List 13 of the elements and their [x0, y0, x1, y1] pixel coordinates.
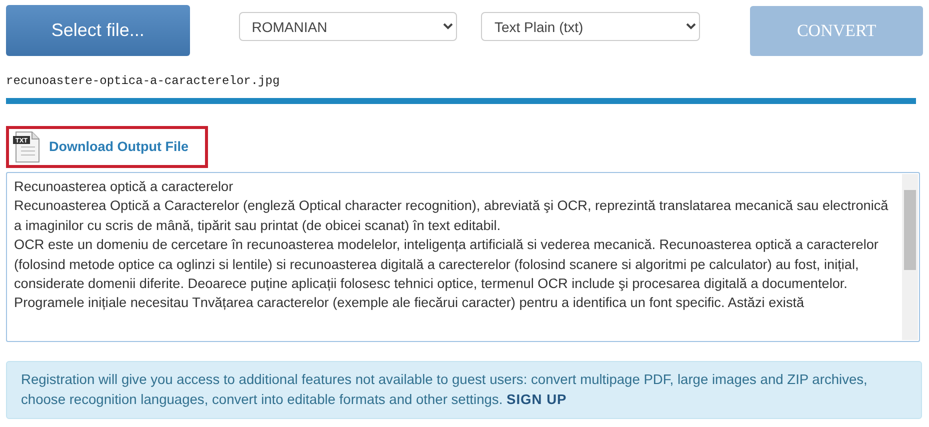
output-text-area[interactable] [6, 172, 920, 342]
select-file-button[interactable]: Select file... [6, 5, 190, 56]
language-dropdown[interactable]: ROMANIAN [238, 12, 458, 41]
output-paragraph: Recunoasterea Optică a Caracterelor (engleză Optical character recognition), abreviată şi OCR, reprezintă translatarea mecanică sau electronică a imaginilor cu scris de mână, tipărit sau printat (de obicei scanat) în text editabil. [14, 197, 890, 235]
output-paragraph: Programele inițiale necesitau Tnvățarea caracterelor (exemple ale fiecărui caracter) pentru a identifica un font specific. Astăzi există [14, 294, 806, 312]
file-name: recunoastere-optica-a-caracterelor.jpg [6, 73, 280, 90]
format-dropdown[interactable]: Text Plain (txt) [481, 12, 700, 41]
sign-up-link[interactable]: SIGN UP [506, 392, 567, 407]
scrollbar[interactable] [902, 174, 918, 340]
download-link[interactable]: Download Output File [49, 136, 188, 158]
output-paragraph: Recunoasterea optică a caracterelor [14, 178, 234, 196]
output-paragraph: OCR este un domeniu de cercetare în recunoasterea modelelor, inteligența artificială si vederea mecanică. Recunoasterea optică a caracterelor (folosind metode optice ca oglinzi si lentile) si recunoasterea digitală a carecterelor (folosind scanere si algoritmi pe calculator) au fost, inițial, considerate domenii diferite. Deoarece puține aplicații folosesc tehnici optice, termenul OCR include şi procesarea digitală a documentelor. [14, 236, 880, 294]
registration-notice: Registration will give you access to additional features not available to guest users: convert multipage PDF, large images and ZIP archives, choose recognition languages, convert into editable formats and other settings. SIGN UP [6, 361, 922, 419]
